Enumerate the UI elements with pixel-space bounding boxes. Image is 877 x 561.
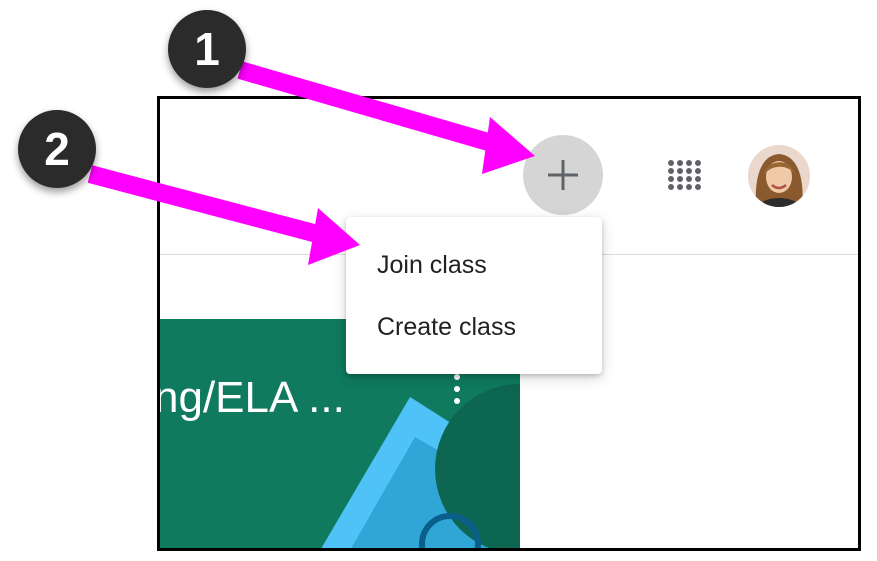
step-badge-2-number: 2 <box>44 123 70 175</box>
step-badge-1-number: 1 <box>194 23 220 75</box>
step-badge-1: 1 <box>168 10 246 88</box>
step-badge-2: 2 <box>18 110 96 188</box>
arrow-1 <box>237 61 535 174</box>
annotation-arrows <box>87 61 535 265</box>
arrow-2 <box>87 165 360 265</box>
